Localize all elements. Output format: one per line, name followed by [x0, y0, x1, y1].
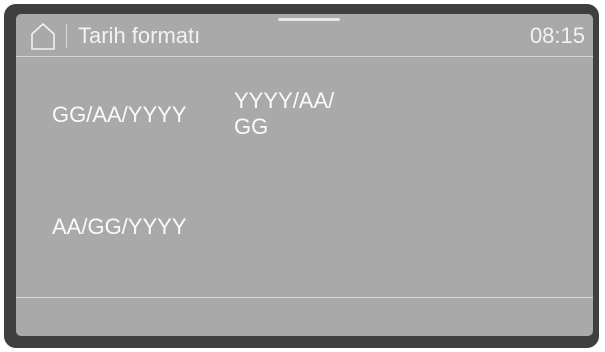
home-icon	[31, 23, 55, 50]
page-title: Tarih formatı	[78, 23, 201, 48]
date-format-option-dd-mm-yyyy[interactable]: GG/AA/YYYY	[52, 102, 187, 128]
display-screen: Tarih formatı 08:15 GG/AA/YYYY YYYY/AA/G…	[16, 14, 593, 336]
footer-bar	[16, 297, 593, 336]
header-bar: Tarih formatı 08:15	[16, 14, 593, 57]
date-format-option-mm-dd-yyyy[interactable]: AA/GG/YYYY	[52, 214, 187, 240]
clock: 08:15	[529, 23, 585, 48]
header-separator	[66, 24, 67, 48]
date-format-option-yyyy-mm-dd[interactable]: YYYY/AA/GG	[234, 88, 364, 140]
home-button[interactable]	[30, 22, 56, 50]
